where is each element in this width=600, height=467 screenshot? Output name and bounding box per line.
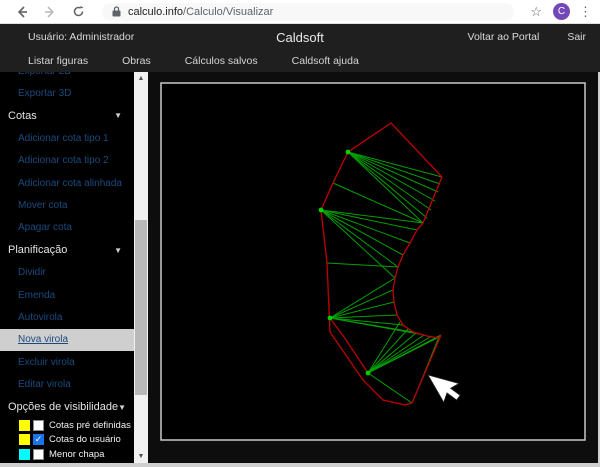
chevron-down-icon: ▼	[114, 111, 122, 120]
option-label: Cotas pré definidas	[49, 420, 131, 431]
fan-origin-point	[319, 208, 324, 213]
sidebar-item-adicionar-cota-tipo-1[interactable]: Adicionar cota tipo 1	[0, 127, 134, 149]
browser-toolbar: calculo.info/Calculo/Visualizar ☆ C ⋮	[0, 0, 600, 24]
sidebar-item-excluir-virola[interactable]: Excluir virola	[0, 351, 134, 373]
drawing-canvas[interactable]	[148, 72, 600, 467]
sidebar-item-adicionar-cota-alinhada[interactable]: Adicionar cota alinhada	[0, 172, 134, 194]
sidebar-section-planificacao[interactable]: Planificação ▼	[0, 239, 134, 261]
sidebar-item-autovirola[interactable]: Autovirola	[0, 306, 134, 328]
chevron-down-icon: ▼	[114, 246, 122, 255]
content: Exportar 2DExportar 3D Cotas ▼ Adicionar co…	[0, 72, 600, 467]
nav-item-listar-figuras[interactable]: Listar figuras	[28, 55, 88, 67]
window-edge-bottom	[0, 463, 600, 467]
visibility-option-cotas-pre-definidas: Cotas pré definidas	[0, 418, 134, 432]
visibility-option-menor-chapa: Menor chapa	[0, 447, 134, 461]
sidebar-item-adicionar-cota-tipo-2[interactable]: Adicionar cota tipo 2	[0, 150, 134, 172]
option-label: Menor chapa	[49, 449, 104, 460]
sidebar-scrollbar[interactable]: ▲ ▼	[134, 72, 148, 463]
sidebar-list: Exportar 2DExportar 3D Cotas ▼ Adicionar co…	[0, 72, 134, 463]
canvas-border	[161, 83, 585, 440]
section-label: Opções de visibilidade	[8, 401, 118, 413]
chevron-down-icon: ▼	[118, 403, 126, 412]
scroll-up-icon[interactable]: ▲	[134, 72, 148, 85]
sidebar-item-exportar-2d[interactable]: Exportar 2D	[0, 72, 134, 82]
option-label: Cotas do usuário	[49, 434, 121, 445]
profile-avatar[interactable]: C	[553, 3, 570, 20]
page-title: Caldsoft	[276, 30, 324, 45]
user-label: Usuário: Administrador	[28, 31, 134, 43]
header-link-voltar-ao-portal[interactable]: Voltar ao Portal	[468, 31, 540, 43]
app-header: Usuário: Administrador Caldsoft Voltar a…	[0, 24, 600, 50]
scrollbar-thumb[interactable]	[135, 220, 147, 395]
sidebar-item-nova-virola[interactable]: Nova virola	[0, 329, 134, 351]
sidebar-item-emenda[interactable]: Emenda	[0, 284, 134, 306]
header-links: Voltar ao Portal Sair	[468, 31, 586, 43]
flat-pattern-drawing	[148, 72, 600, 467]
scroll-down-icon[interactable]: ▼	[134, 450, 148, 463]
sidebar-item-mover-cota[interactable]: Mover cota	[0, 194, 134, 216]
sidebar-item-editar-virola[interactable]: Editar virola	[0, 373, 134, 395]
bookmark-star-icon[interactable]: ☆	[530, 4, 542, 20]
sidebar-item-dividir[interactable]: Dividir	[0, 262, 134, 284]
sidebar-section-opcoes-de-visibilidade[interactable]: Opções de visibilidade▼	[0, 396, 134, 418]
header-link-sair[interactable]: Sair	[567, 31, 586, 43]
checkbox-cotas-pre-definidas[interactable]	[33, 420, 44, 431]
section-label: Cotas	[8, 110, 37, 122]
checkbox-cotas-do-usuario[interactable]: ✓	[33, 434, 44, 445]
sidebar-item-exportar-3d[interactable]: Exportar 3D	[0, 82, 134, 104]
visibility-option-cotas-do-usuario: ✓ Cotas do usuário	[0, 433, 134, 447]
sidebar-section-cotas[interactable]: Cotas ▼	[0, 105, 134, 127]
address-bar[interactable]: calculo.info/Calculo/Visualizar	[102, 3, 514, 21]
reload-icon[interactable]	[70, 4, 86, 20]
checkbox-menor-chapa[interactable]	[33, 449, 44, 460]
section-label: Planificação	[8, 244, 67, 256]
sidebar-item-apagar-cota[interactable]: Apagar cota	[0, 217, 134, 239]
lock-icon	[112, 6, 121, 17]
nav-item-obras[interactable]: Obras	[122, 55, 151, 67]
browser-menu-icon[interactable]: ⋮	[579, 4, 592, 20]
color-swatch	[19, 420, 30, 431]
sidebar: Exportar 2DExportar 3D Cotas ▼ Adicionar co…	[0, 72, 134, 463]
color-swatch	[19, 449, 30, 460]
color-swatch	[19, 434, 30, 445]
fan-origin-point	[346, 150, 351, 155]
forward-icon[interactable]	[42, 4, 58, 20]
nav-item-calculos-salvos[interactable]: Cálculos salvos	[185, 55, 258, 67]
fan-origin-point	[328, 316, 333, 321]
fan-origin-point	[366, 371, 371, 376]
url-text: calculo.info/Calculo/Visualizar	[128, 6, 273, 18]
app-navbar: Listar figuras Obras Cálculos salvos Caldso…	[0, 50, 600, 72]
nav-item-caldsoft-ajuda[interactable]: Caldsoft ajuda	[292, 55, 359, 67]
back-icon[interactable]	[14, 4, 30, 20]
